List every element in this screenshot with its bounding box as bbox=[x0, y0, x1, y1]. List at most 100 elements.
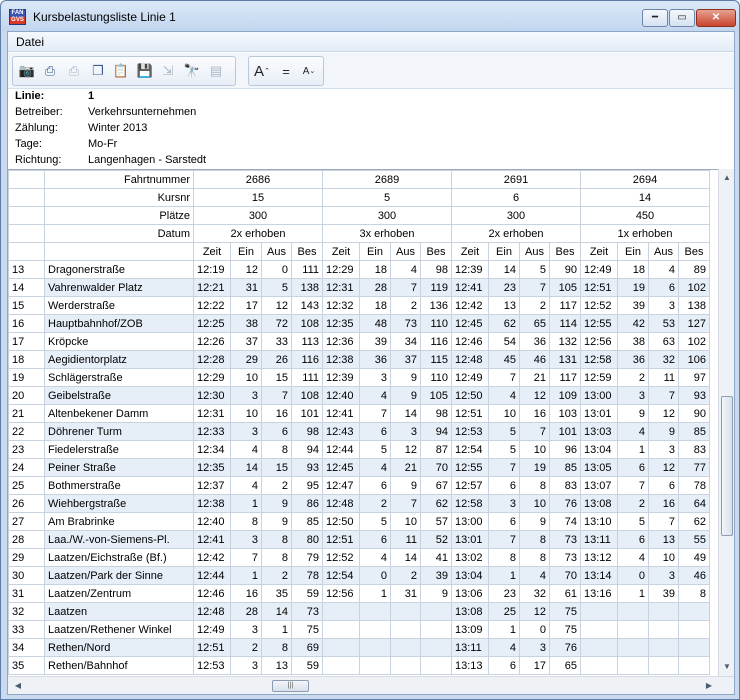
column-header-row: Zeit Ein Aus Bes Zeit Ein Aus Bes Zeit Ein Aus Bes Z… bbox=[8, 242, 710, 261]
table-row[interactable]: 31 Laatzen/Zentrum 12:46 16 35 59 12:56 1 31 9 13:… bbox=[8, 584, 710, 603]
table-cell: 18 bbox=[359, 260, 391, 279]
vertical-scrollbar[interactable]: ▲ ▼ bbox=[718, 169, 734, 676]
table-cell: 13:01 bbox=[580, 404, 618, 423]
header-row: Plätze 300 300 300 450 bbox=[8, 206, 710, 225]
table-row[interactable]: 20 Geibelstraße 12:30 3 7 108 12:40 4 9 105 12:50 4… bbox=[8, 386, 710, 405]
maximize-icon: ▭ bbox=[677, 12, 687, 23]
table-cell: 8 bbox=[261, 548, 292, 567]
table-cell bbox=[420, 620, 452, 639]
find-icon[interactable]: 🔭 bbox=[182, 61, 202, 81]
load-table[interactable]: Fahrtnummer 2686 2689 2691 2694 Kursnr 15 5 6 14 P… bbox=[8, 169, 718, 676]
table-cell: 13:05 bbox=[580, 458, 618, 477]
header-fahrtnummer: Fahrtnummer bbox=[44, 170, 194, 189]
maximize-button[interactable]: ▭ bbox=[669, 9, 695, 27]
close-button[interactable]: ✕ bbox=[696, 9, 736, 27]
scroll-left-icon[interactable]: ◀ bbox=[11, 679, 25, 693]
table-row[interactable]: 35 Rethen/Bahnhof 12:53 3 13 59 13:13 6 17 65 bbox=[8, 656, 710, 675]
table-cell: 4 bbox=[617, 422, 649, 441]
trip-datum-cell: 3x erhoben bbox=[322, 224, 452, 243]
scroll-up-icon[interactable]: ▲ bbox=[720, 171, 734, 185]
table-cell: 32 bbox=[519, 584, 550, 603]
table-cell: 106 bbox=[678, 350, 710, 369]
horizontal-scroll-thumb[interactable]: ||| bbox=[272, 680, 309, 692]
table-cell: 13 bbox=[488, 296, 520, 315]
row-number-header bbox=[8, 242, 45, 261]
trip-plaetze-cell: 450 bbox=[580, 206, 710, 225]
table-row[interactable]: 16 Hauptbahnhof/ZOB 12:25 38 72 108 12:35 48 73 1… bbox=[8, 314, 710, 333]
table-row[interactable]: 30 Laatzen/Park der Sinne 12:44 1 2 78 12:54 0 2… bbox=[8, 566, 710, 585]
table-row[interactable]: 14 Vahrenwalder Platz 12:21 31 5 138 12:31 28 7 1… bbox=[8, 278, 710, 297]
table-row[interactable]: 19 Schlägerstraße 12:29 10 15 111 12:39 3 9 110 12… bbox=[8, 368, 710, 387]
table-cell: 3 bbox=[230, 422, 262, 441]
export-icon[interactable]: ⇲ bbox=[158, 61, 178, 81]
properties-icon[interactable]: ▤ bbox=[206, 61, 226, 81]
camera-icon[interactable]: 📷 bbox=[17, 61, 37, 81]
table-row[interactable]: 34 Rethen/Nord 12:51 2 8 69 13:11 4 3 76 bbox=[8, 638, 710, 657]
table-cell bbox=[420, 602, 452, 621]
table-cell: 116 bbox=[291, 350, 323, 369]
copy-icon[interactable]: ❐ bbox=[88, 61, 108, 81]
print-preview-icon[interactable]: ⎙ bbox=[64, 61, 84, 81]
table-cell: 2 bbox=[261, 566, 292, 585]
table-row[interactable]: 23 Fiedelerstraße 12:34 4 8 94 12:44 5 12 87 12:54… bbox=[8, 440, 710, 459]
table-cell: 102 bbox=[678, 332, 710, 351]
table-cell: 55 bbox=[678, 530, 710, 549]
table-cell: 12 bbox=[648, 458, 679, 477]
paste-icon[interactable]: 📋 bbox=[111, 61, 131, 81]
table-row[interactable]: 24 Peiner Straße 12:35 14 15 93 12:45 4 21 70 12:5… bbox=[8, 458, 710, 477]
table-row[interactable]: 18 Aegidientorplatz 12:28 29 26 116 12:38 36 37 1… bbox=[8, 350, 710, 369]
font-increase-icon[interactable]: A ⌃ bbox=[252, 61, 272, 81]
menu-datei[interactable]: Datei bbox=[16, 35, 44, 49]
table-cell: 12:56 bbox=[322, 584, 360, 603]
table-cell: 75 bbox=[549, 620, 581, 639]
table-cell: 7 bbox=[648, 386, 679, 405]
table-row[interactable]: 15 Werderstraße 12:22 17 12 143 12:32 18 2 136 12:… bbox=[8, 296, 710, 315]
table-cell: 76 bbox=[549, 494, 581, 513]
table-cell: 53 bbox=[648, 314, 679, 333]
scroll-down-icon[interactable]: ▼ bbox=[720, 660, 734, 674]
row-number-header bbox=[8, 188, 45, 207]
scroll-right-icon[interactable]: ▶ bbox=[702, 679, 716, 693]
table-cell: 12:37 bbox=[193, 476, 231, 495]
stop-name: Laatzen/Park der Sinne bbox=[44, 566, 194, 585]
table-row[interactable]: 25 Bothmerstraße 12:37 4 2 95 12:47 6 9 67 12:57 6 8… bbox=[8, 476, 710, 495]
table-row[interactable]: 13 Dragonerstraße 12:19 12 0 111 12:29 18 4 98 12:… bbox=[8, 260, 710, 279]
save-icon[interactable]: 💾 bbox=[135, 61, 155, 81]
title-bar[interactable]: FAN GVS Kursbelastungsliste Linie 1 ━ ▭ … bbox=[1, 1, 739, 31]
minimize-button[interactable]: ━ bbox=[642, 9, 668, 27]
table-cell: 13:02 bbox=[451, 548, 489, 567]
horizontal-scrollbar[interactable]: ◀ ||| ▶ bbox=[8, 676, 734, 694]
table-row[interactable]: 21 Altenbekener Damm 12:31 10 16 101 12:41 7 14 9… bbox=[8, 404, 710, 423]
font-reset-icon[interactable]: = bbox=[276, 61, 296, 81]
table-cell: 16 bbox=[648, 494, 679, 513]
table-cell: 98 bbox=[420, 404, 452, 423]
table-cell: 23 bbox=[488, 278, 520, 297]
table-row[interactable]: 27 Am Brabrinke 12:40 8 9 85 12:50 5 10 57 13:00 6 9… bbox=[8, 512, 710, 531]
row-number: 17 bbox=[8, 332, 45, 351]
table-cell: 18 bbox=[359, 296, 391, 315]
table-cell bbox=[322, 602, 360, 621]
table-row[interactable]: 28 Laa./W.-von-Siemens-Pl. 12:41 3 8 80 12:51 6… bbox=[8, 530, 710, 549]
table-row[interactable]: 26 Wiehbergstraße 12:38 1 9 86 12:48 2 7 62 12:58 3… bbox=[8, 494, 710, 513]
trip-datum-cell: 1x erhoben bbox=[580, 224, 710, 243]
table-row[interactable]: 17 Kröpcke 12:26 37 33 113 12:36 39 34 116 12:46 54… bbox=[8, 332, 710, 351]
table-cell: 4 bbox=[230, 476, 262, 495]
table-cell: 8 bbox=[488, 548, 520, 567]
trip-fahrt-cell: 2686 bbox=[193, 170, 323, 189]
table-cell bbox=[648, 638, 679, 657]
stop-name: Laatzen bbox=[44, 602, 194, 621]
table-cell: 9 bbox=[390, 476, 421, 495]
table-cell: 4 bbox=[488, 386, 520, 405]
table-cell: 13:06 bbox=[451, 584, 489, 603]
font-decrease-icon[interactable]: A ⌄ bbox=[299, 61, 319, 81]
print-icon[interactable]: ⎙ bbox=[40, 61, 60, 81]
table-row[interactable]: 22 Döhrener Turm 12:33 3 6 98 12:43 6 3 94 12:53 5 7… bbox=[8, 422, 710, 441]
table-row[interactable]: 33 Laatzen/Rethener Winkel 12:49 3 1 75 13:09 1… bbox=[8, 620, 710, 639]
table-cell: 98 bbox=[291, 422, 323, 441]
table-row[interactable]: 32 Laatzen 12:48 28 14 73 13:08 25 12 75 bbox=[8, 602, 710, 621]
table-row[interactable]: 29 Laatzen/Eichstraße (Bf.) 12:42 7 8 79 12:52… bbox=[8, 548, 710, 567]
table-cell: 13:04 bbox=[580, 440, 618, 459]
table-cell: 36 bbox=[359, 350, 391, 369]
table-cell: 6 bbox=[261, 422, 292, 441]
vertical-scroll-thumb[interactable] bbox=[721, 396, 733, 536]
